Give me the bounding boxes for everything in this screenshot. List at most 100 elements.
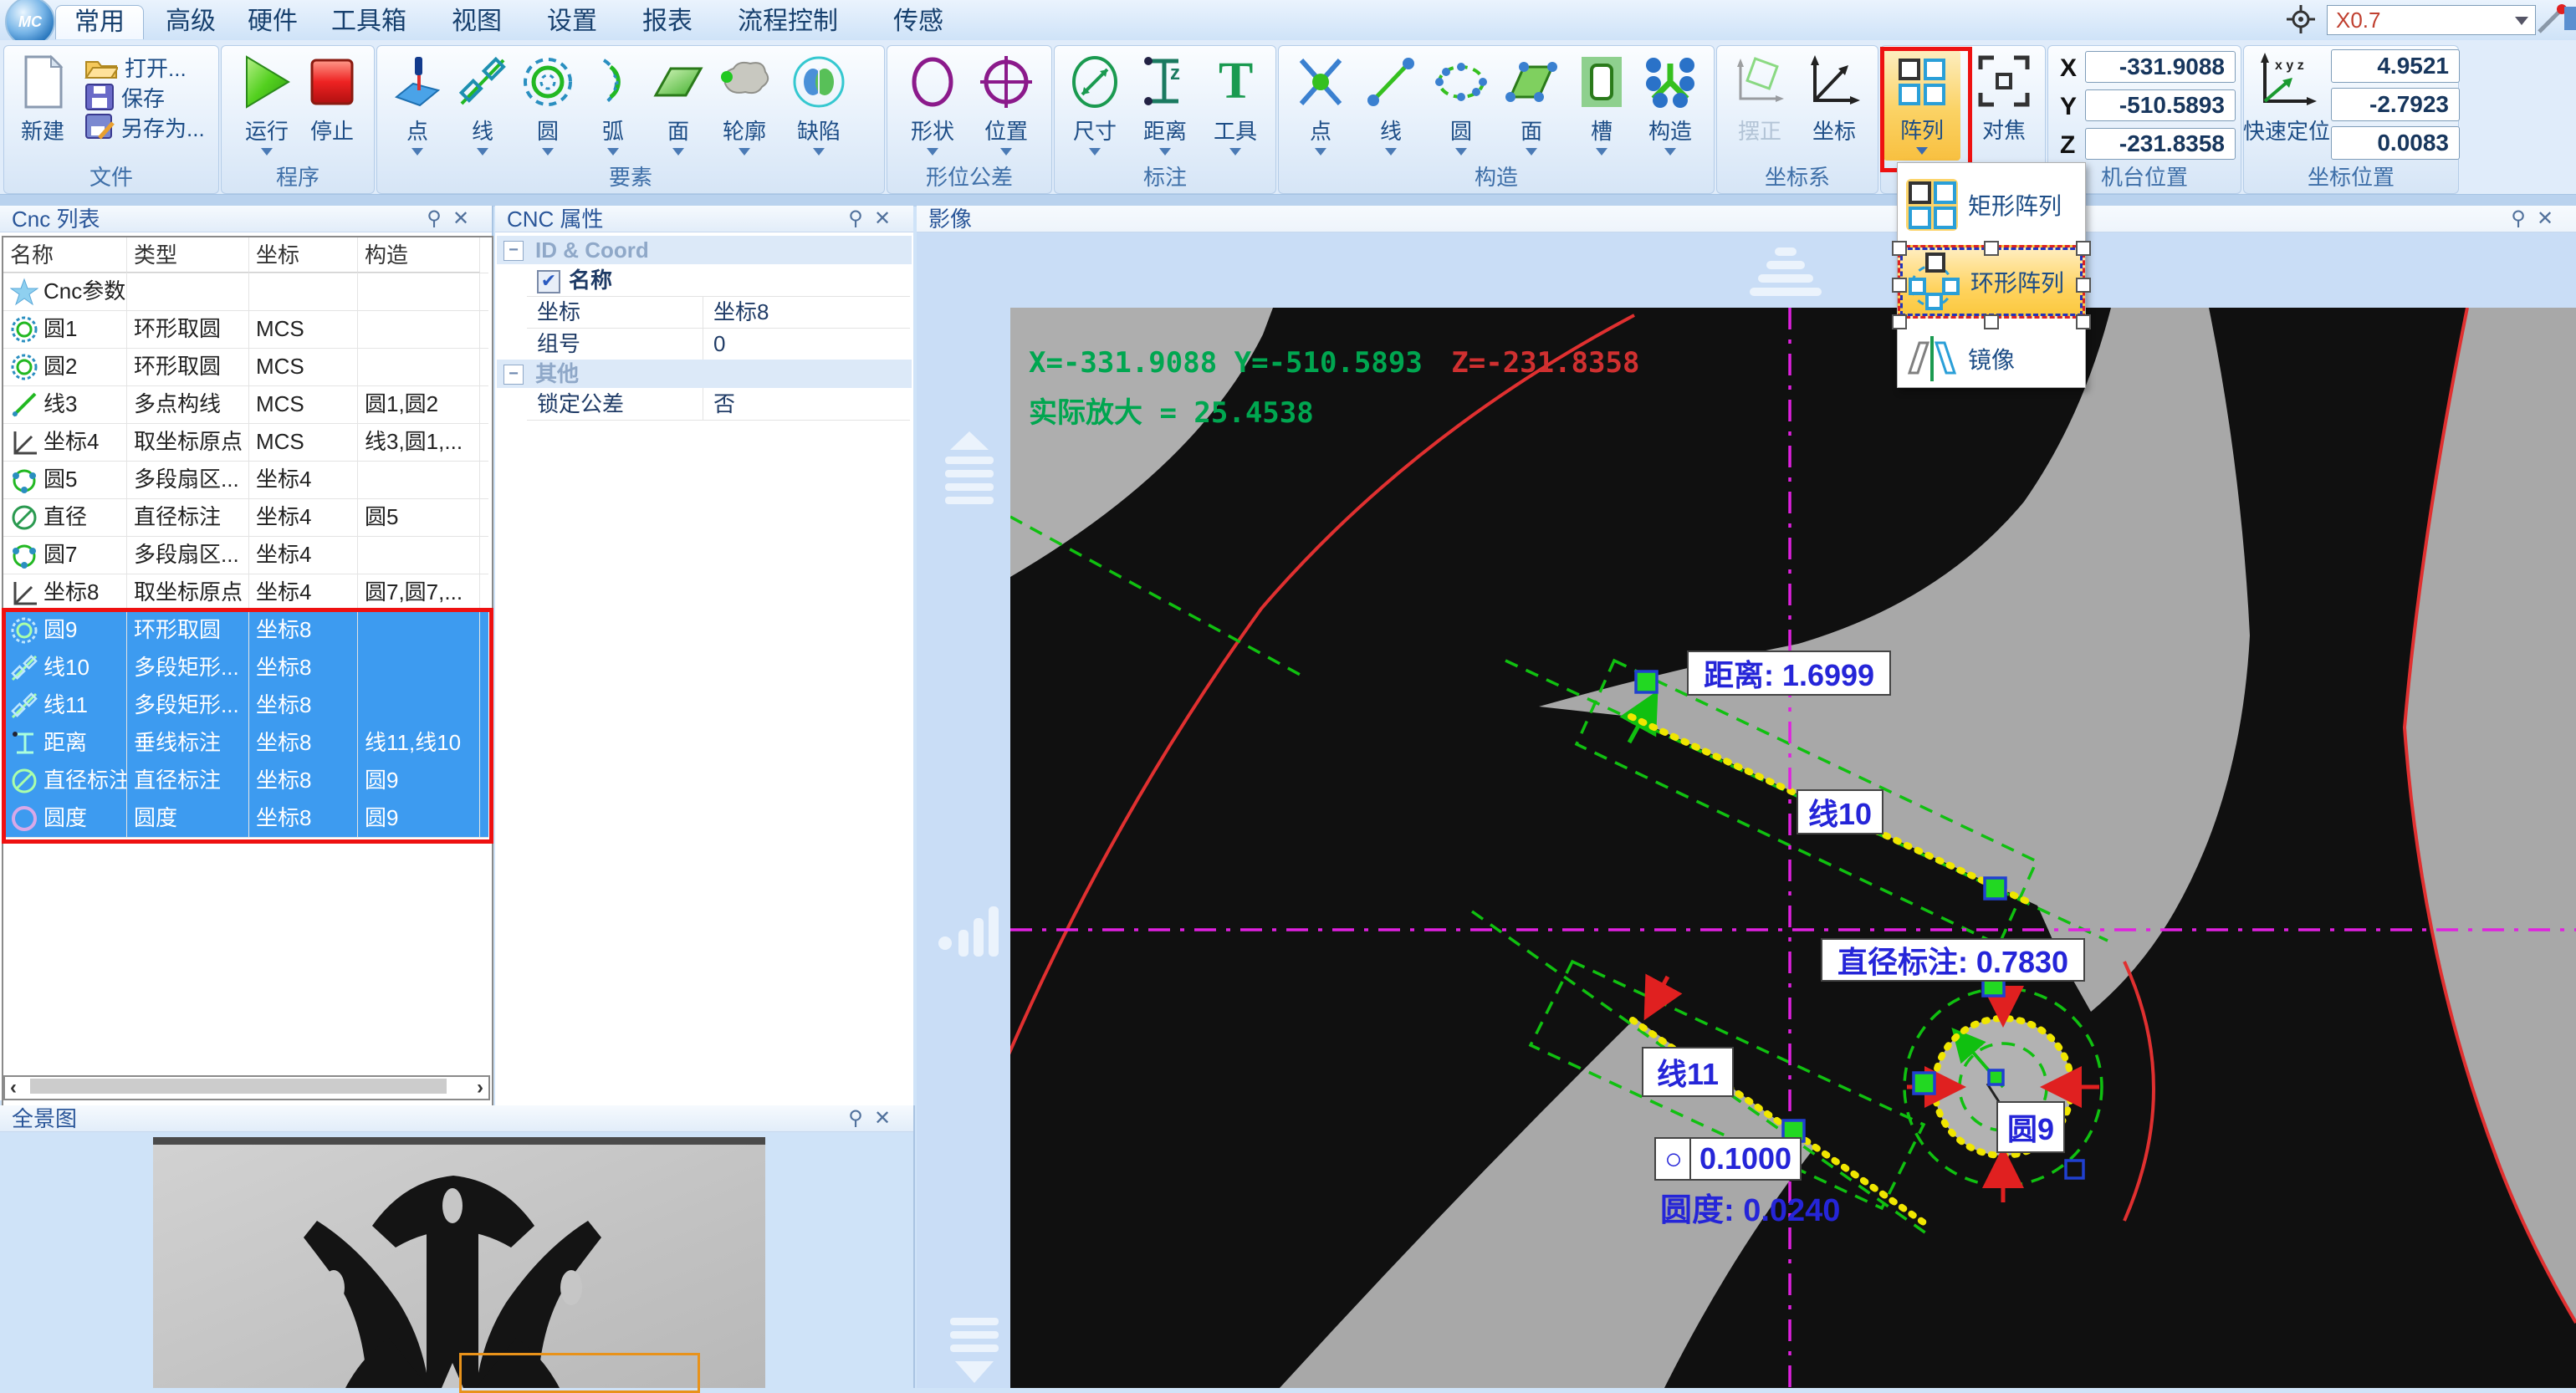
- table-row-selected[interactable]: 直径标注 直径标注坐标8圆9: [3, 762, 488, 800]
- table-row[interactable]: 圆2 环形取圆MCS: [3, 348, 488, 386]
- open-button[interactable]: 打开...: [84, 53, 187, 81]
- line10-label[interactable]: 线10: [1797, 789, 1883, 834]
- tab-baobiao[interactable]: 报表: [629, 5, 706, 38]
- table-row-selected[interactable]: 线10 多段矩形...坐标8: [3, 649, 488, 687]
- scroll-right-icon[interactable]: ›: [477, 1076, 483, 1100]
- distance-label[interactable]: 距离: 1.6999: [1687, 651, 1891, 696]
- cnc-list-hscrollbar[interactable]: ‹ ›: [3, 1075, 490, 1100]
- menu-item-ring-array[interactable]: 环形阵列: [1898, 245, 2085, 319]
- selection-handle[interactable]: [2076, 278, 2091, 293]
- save-button[interactable]: 保存: [84, 83, 165, 111]
- element-plane-button[interactable]: 面: [645, 49, 712, 161]
- coord-button[interactable]: 坐标: [1799, 49, 1869, 145]
- pin-icon[interactable]: ⚲: [845, 209, 866, 229]
- collapse-icon[interactable]: −: [503, 241, 524, 261]
- element-point-button[interactable]: 点: [384, 49, 451, 161]
- table-row[interactable]: Cnc参数: [3, 273, 488, 311]
- splitter-grip-icon[interactable]: [937, 905, 1000, 963]
- table-row[interactable]: 线3 多点构线MCS圆1,圆2: [3, 385, 488, 424]
- selection-handle[interactable]: [1892, 241, 1907, 256]
- construct-point-button[interactable]: 点: [1287, 49, 1354, 161]
- construct-line-button[interactable]: 线: [1357, 49, 1424, 161]
- focus-button[interactable]: 对焦: [1967, 48, 2041, 145]
- table-row-selected[interactable]: 圆9 环形取圆坐标8: [3, 611, 488, 650]
- table-row[interactable]: 圆7 多段扇区...坐标4: [3, 536, 488, 574]
- tab-shezhi[interactable]: 设置: [534, 5, 611, 38]
- tab-gaoji[interactable]: 高级: [152, 5, 229, 38]
- close-icon[interactable]: ✕: [2534, 209, 2556, 229]
- prop-row-group[interactable]: 组号 0: [527, 328, 910, 360]
- element-defect-button[interactable]: 缺陷: [785, 49, 852, 161]
- machine-x-value[interactable]: -331.9088: [2085, 51, 2236, 83]
- diameter-label[interactable]: 直径标注: 0.7830: [1821, 938, 2085, 982]
- tab-shitu[interactable]: 视图: [438, 5, 515, 38]
- tab-yingjian[interactable]: 硬件: [234, 5, 311, 38]
- section-other[interactable]: − 其他: [497, 360, 912, 388]
- scrollbar-thumb[interactable]: [30, 1079, 447, 1094]
- table-row-selected[interactable]: 距离 垂线标注坐标8线11,线10: [3, 724, 488, 763]
- annotate-size-button[interactable]: 尺寸: [1061, 49, 1128, 161]
- selection-handle[interactable]: [1984, 241, 1999, 256]
- splitter-grip-icon[interactable]: [945, 1318, 1004, 1385]
- table-row[interactable]: 直径 直径标注坐标4圆5: [3, 498, 488, 537]
- save-as-button[interactable]: 另存为...: [84, 113, 205, 141]
- tab-chuangan[interactable]: 传感: [880, 5, 957, 38]
- coord-x-value[interactable]: 4.9521: [2331, 49, 2460, 83]
- pin-icon[interactable]: ⚲: [2507, 209, 2529, 229]
- tab-liuchengkongzhi[interactable]: 流程控制: [724, 5, 851, 38]
- prop-lock-value[interactable]: 否: [703, 388, 906, 420]
- coord-z-value[interactable]: 0.0083: [2331, 126, 2460, 160]
- magnification-select[interactable]: X0.7: [2327, 5, 2536, 35]
- pin-icon[interactable]: ⚲: [845, 1109, 866, 1129]
- element-line-button[interactable]: 线: [449, 49, 516, 161]
- checkbox-checked-icon[interactable]: ✔: [537, 270, 560, 293]
- selection-handle[interactable]: [1892, 278, 1907, 293]
- table-row[interactable]: 圆1 环形取圆MCS: [3, 310, 488, 349]
- selection-handle[interactable]: [1984, 314, 1999, 329]
- run-button[interactable]: 运行: [233, 49, 300, 161]
- table-row[interactable]: 坐标8 取坐标原点坐标4圆7,圆7,...: [3, 574, 488, 612]
- selection-handle[interactable]: [2076, 314, 2091, 329]
- overview-image[interactable]: [153, 1137, 765, 1388]
- tab-changyong[interactable]: 常用: [55, 5, 144, 39]
- gdt-position-button[interactable]: 位置: [971, 49, 1041, 161]
- line11-label[interactable]: 线11: [1642, 1047, 1734, 1097]
- prop-row-coord[interactable]: 坐标 坐标8: [527, 296, 910, 329]
- construct-slot-button[interactable]: 槽: [1568, 49, 1635, 161]
- scroll-left-icon[interactable]: ‹: [10, 1076, 17, 1100]
- new-button[interactable]: 新建: [9, 49, 76, 145]
- construct-circle-button[interactable]: 圆: [1428, 49, 1495, 161]
- menu-item-mirror[interactable]: 镜像: [1898, 322, 2085, 395]
- element-circle-button[interactable]: 圆: [514, 49, 581, 161]
- stop-button[interactable]: 停止: [299, 49, 365, 145]
- construct-construct-button[interactable]: 构造: [1633, 49, 1707, 161]
- roundness-tolerance-cell[interactable]: 0.1000: [1689, 1137, 1802, 1181]
- table-row[interactable]: 圆5 多段扇区...坐标4: [3, 461, 488, 499]
- annotate-distance-button[interactable]: z 距离: [1132, 49, 1199, 161]
- close-icon[interactable]: ✕: [871, 209, 893, 229]
- menu-item-rect-array[interactable]: 矩形阵列: [1898, 168, 2085, 242]
- close-icon[interactable]: ✕: [450, 209, 472, 229]
- close-icon[interactable]: ✕: [871, 1109, 893, 1129]
- align-button[interactable]: 摆正: [1724, 49, 1796, 145]
- splitter-grip-icon[interactable]: [940, 431, 999, 512]
- table-row-selected[interactable]: 线11 多段矩形...坐标8: [3, 686, 488, 725]
- coord-y-value[interactable]: -2.7923: [2331, 88, 2460, 121]
- pin-icon[interactable]: ⚲: [423, 209, 445, 229]
- gdt-shape-button[interactable]: 形状: [897, 49, 968, 161]
- prop-row-lock[interactable]: 锁定公差 否: [527, 388, 910, 421]
- element-contour-button[interactable]: 轮廓: [708, 49, 780, 161]
- view-region-rect[interactable]: [459, 1353, 700, 1393]
- quick-position-button[interactable]: x y z 快速定位: [2246, 49, 2328, 145]
- selection-handle[interactable]: [2076, 241, 2091, 256]
- machine-z-value[interactable]: -231.8358: [2085, 128, 2236, 160]
- construct-plane-button[interactable]: 面: [1498, 49, 1565, 161]
- annotate-tool-button[interactable]: T 工具: [1202, 49, 1269, 161]
- prop-group-value[interactable]: 0: [703, 328, 906, 360]
- target-icon[interactable]: [2287, 5, 2315, 33]
- prop-coord-value[interactable]: 坐标8: [703, 296, 906, 328]
- circle9-label[interactable]: 圆9: [1996, 1101, 2065, 1153]
- table-row[interactable]: 坐标4 取坐标原点MCS线3,圆1,...: [3, 423, 488, 462]
- table-row-selected[interactable]: 圆度 圆度坐标8圆9: [3, 799, 488, 838]
- tab-gongjuxiang[interactable]: 工具箱: [318, 5, 420, 38]
